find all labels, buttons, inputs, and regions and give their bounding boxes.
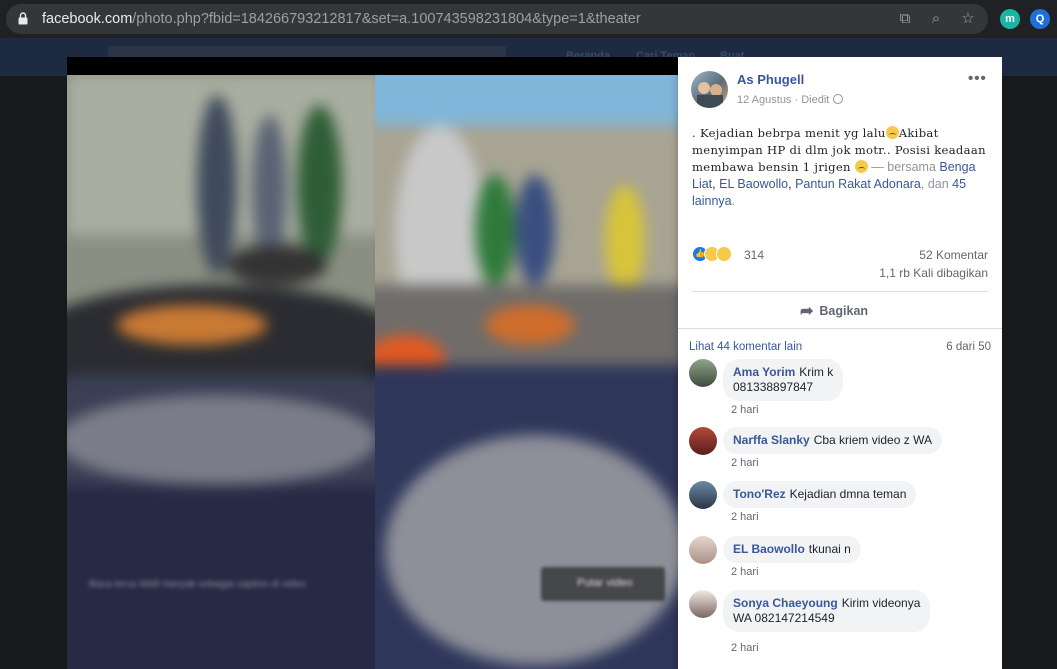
crying-emoji-icon [854, 160, 868, 173]
post-text: . Kejadian bebrpa menit yg lalu Akibat me… [692, 126, 986, 208]
comment-bubble: Sonya Chaeyoung Kirim videonya WA 08214721… [723, 590, 931, 632]
comment-time[interactable]: 2 hari [731, 511, 759, 523]
comment-time[interactable]: 2 hari [731, 566, 759, 578]
play-video-button[interactable]: Putar video [541, 567, 665, 601]
author-avatar[interactable] [691, 71, 728, 108]
sad-emoji-icon [885, 126, 899, 139]
divider [692, 291, 988, 292]
post-panel: As Phugell 12 Agustus · Diedit ••• . Kej… [678, 57, 1002, 669]
share-arrow-icon: ➦ [800, 303, 814, 320]
commenter-name[interactable]: EL Baowollo [733, 542, 805, 556]
url-text[interactable]: facebook.com/photo.php?fbid=184266793212… [42, 11, 641, 27]
tag-el-baowollo[interactable]: EL Baowollo [719, 177, 788, 191]
share-button[interactable]: ➦ Bagikan [800, 301, 868, 321]
extension-search-icon[interactable]: Q [1030, 9, 1050, 29]
post-meta: 12 Agustus · Diedit [737, 94, 844, 106]
commenter-avatar[interactable] [689, 536, 717, 564]
wow-reaction-icon [716, 246, 732, 262]
comment-pager: 6 dari 50 [946, 341, 991, 353]
with-label: — bersama [867, 160, 940, 174]
address-bar[interactable]: facebook.com/photo.php?fbid=184266793212… [6, 4, 988, 34]
comment-bubble: EL Baowollo tkunai n [723, 536, 861, 563]
author-name[interactable]: As Phugell [737, 72, 804, 87]
comment-bubble: Tono'Rez Kejadian dmna teman [723, 481, 917, 508]
comment-time[interactable]: 2 hari [731, 457, 759, 469]
commenter-name[interactable]: Ama Yorim [733, 365, 795, 379]
author-photo-icon [697, 82, 723, 108]
star-icon[interactable]: ☆ [959, 10, 977, 28]
edited-label[interactable]: Diedit [801, 94, 829, 106]
browser-toolbar: facebook.com/photo.php?fbid=184266793212… [0, 0, 1057, 38]
commenter-name[interactable]: Narffa Slanky [733, 433, 810, 447]
commenter-avatar[interactable] [689, 427, 717, 455]
post-date[interactable]: 12 Agustus [737, 94, 791, 106]
comment-bubble: Ama Yorim Krim k 081338897847 [723, 359, 844, 401]
view-more-comments[interactable]: Lihat 44 komentar lain [689, 341, 802, 353]
reaction-count: 314 [744, 248, 765, 262]
post-body-1: . Kejadian bebrpa menit yg lalu [692, 126, 886, 140]
translate-icon[interactable]: ⧉ [896, 10, 914, 28]
share-count[interactable]: 1,1 rb Kali dibagikan [879, 266, 988, 280]
tag-pantun-rakat-adonara[interactable]: Pantun Rakat Adonara [795, 177, 921, 191]
photo-caption: Baca terus lebih banyak sebagai caption … [89, 579, 306, 590]
commenter-avatar[interactable] [689, 590, 717, 618]
comment-count[interactable]: 52 Komentar [919, 248, 988, 262]
comment-time[interactable]: 2 hari [731, 404, 759, 416]
divider [678, 328, 1002, 329]
comment-time[interactable]: 2 hari [731, 642, 759, 654]
photo-viewer[interactable]: Baca terus lebih banyak sebagai caption … [67, 57, 678, 669]
comment-bubble: Narffa Slanky Cba kriem video z WA [723, 427, 942, 454]
commenter-name[interactable]: Tono'Rez [733, 487, 786, 501]
commenter-avatar[interactable] [689, 481, 717, 509]
commenter-name[interactable]: Sonya Chaeyoung [733, 596, 838, 610]
zoom-icon[interactable]: ⌕ [927, 10, 945, 28]
lock-icon [18, 12, 28, 25]
commenter-avatar[interactable] [689, 359, 717, 387]
extension-m-icon[interactable]: m [1000, 9, 1020, 29]
globe-icon [833, 94, 844, 104]
more-options-icon[interactable]: ••• [968, 70, 987, 87]
